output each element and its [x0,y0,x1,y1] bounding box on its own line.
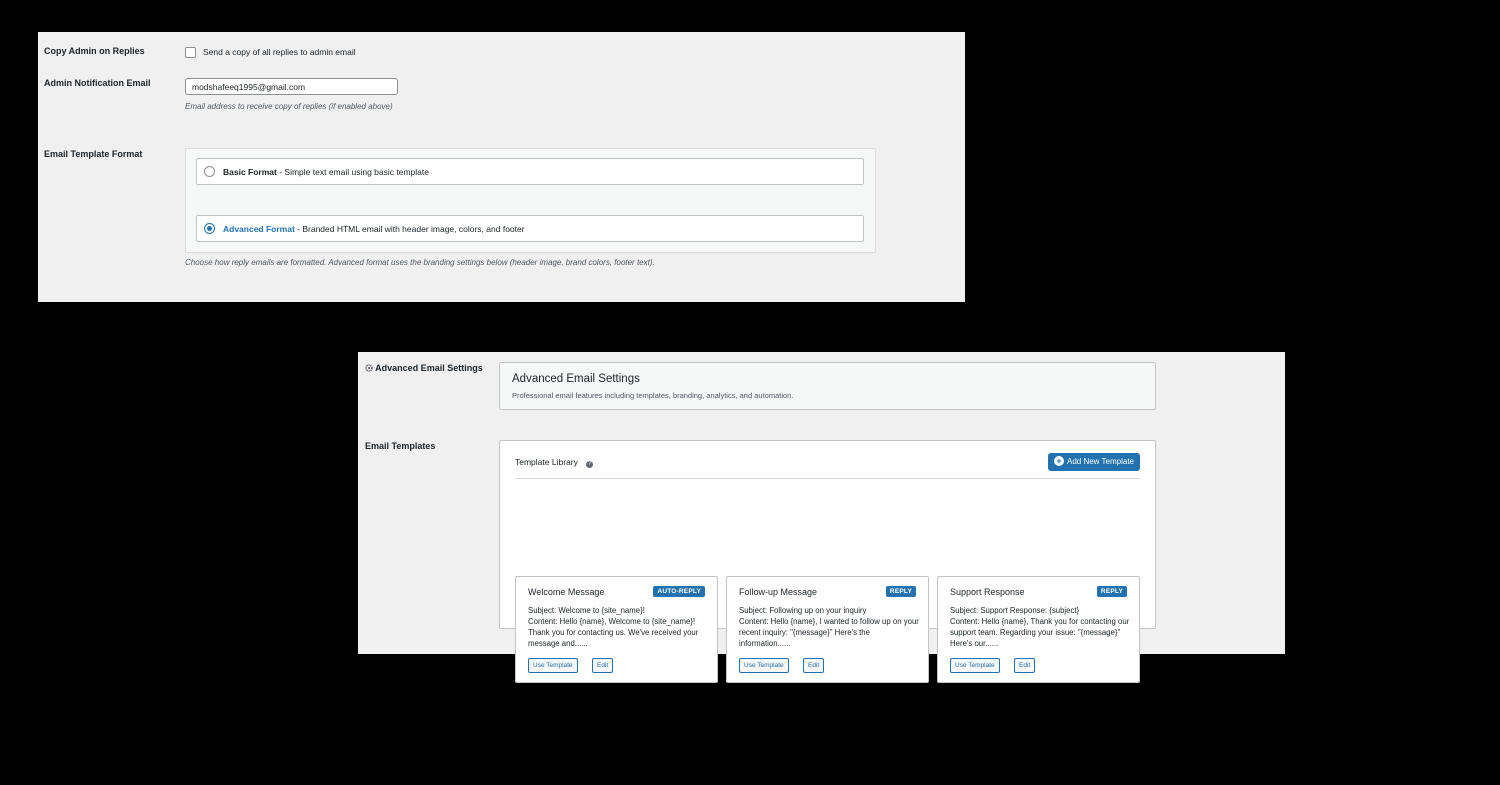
advanced-format-option[interactable]: Advanced Format - Branded HTML email wit… [196,215,864,242]
admin-email-field[interactable] [185,78,398,95]
general-settings-panel: Copy Admin on Replies Send a copy of all… [38,32,965,302]
advanced-settings-panel: Advanced Email Settings Advanced Email S… [358,352,1285,683]
basic-format-option[interactable]: Basic Format - Simple text email using b… [196,158,864,185]
template-preview: Subject: Following up on your inquiry Co… [739,605,919,649]
template-content: Content: Hello {name}, Thank you for con… [950,617,1130,648]
gear-icon [365,364,373,372]
template-format-options: Basic Format - Simple text email using b… [185,148,876,253]
copy-admin-label: Copy Admin on Replies [44,46,145,56]
basic-format-description: - Simple text email using basic template [276,167,429,177]
advanced-format-radio[interactable] [204,223,215,234]
help-icon[interactable]: ? [586,461,594,468]
template-subject: Subject: Following up on your inquiry [739,606,867,615]
basic-format-name: Basic Format [223,167,277,177]
edit-template-button[interactable]: Edit [592,658,614,673]
template-content: Content: Hello {name}, I wanted to follo… [739,617,919,648]
template-subject: Subject: Welcome to {site_name}! [528,606,645,615]
advanced-format-description: - Branded HTML email with header image, … [294,224,525,234]
advanced-format-name: Advanced Format [223,224,295,234]
template-subject: Subject: Support Response: {subject} [950,606,1080,615]
advanced-settings-header-box: Advanced Email Settings Professional ema… [499,362,1156,410]
template-library-title: Template Library [515,457,578,467]
template-badge: REPLY [1096,586,1127,597]
use-template-button[interactable]: Use Template [950,658,1000,673]
advanced-section-heading: Advanced Email Settings [365,363,483,373]
advanced-section-label: Advanced Email Settings [375,363,483,373]
template-name: Welcome Message [528,587,605,597]
template-name: Support Response [950,587,1025,597]
template-name: Follow-up Message [739,587,818,597]
divider [515,478,1140,479]
add-new-template-label: Add New Template [1067,457,1134,466]
template-format-description: Choose how reply emails are formatted. A… [185,258,655,267]
email-templates-label: Email Templates [365,441,436,451]
copy-admin-checkbox-label[interactable]: Send a copy of all replies to admin emai… [203,47,356,57]
edit-template-button[interactable]: Edit [1014,658,1036,673]
edit-template-button[interactable]: Edit [803,658,825,673]
use-template-button[interactable]: Use Template [739,658,789,673]
template-preview: Subject: Welcome to {site_name}! Content… [528,605,708,649]
template-card-welcome: Welcome Message AUTO-REPLY Subject: Welc… [515,576,718,683]
template-badge: AUTO-REPLY [653,586,705,597]
template-content: Content: Hello {name}, Welcome to {site_… [528,617,699,648]
advanced-settings-subtitle: Professional email features including te… [512,391,794,400]
admin-email-description: Email address to receive copy of replies… [185,102,393,111]
template-library-heading: Template Library ? [515,457,594,468]
basic-format-radio[interactable] [204,166,215,177]
admin-email-label: Admin Notification Email [44,78,151,88]
use-template-button[interactable]: Use Template [528,658,578,673]
template-library-box: Template Library ? + Add New Template Wel… [499,440,1156,683]
template-preview: Subject: Support Response: {subject} Con… [950,605,1130,649]
advanced-settings-title: Advanced Email Settings [512,373,640,385]
copy-admin-checkbox[interactable] [185,47,196,58]
add-new-template-button[interactable]: + Add New Template [1048,453,1140,471]
template-badge: REPLY [885,586,916,597]
template-format-label: Email Template Format [44,149,143,159]
plus-circle-icon: + [1054,456,1064,466]
template-card-support: Support Response REPLY Subject: Support … [937,576,1140,683]
template-card-follow-up: Follow-up Message REPLY Subject: Followi… [726,576,929,683]
